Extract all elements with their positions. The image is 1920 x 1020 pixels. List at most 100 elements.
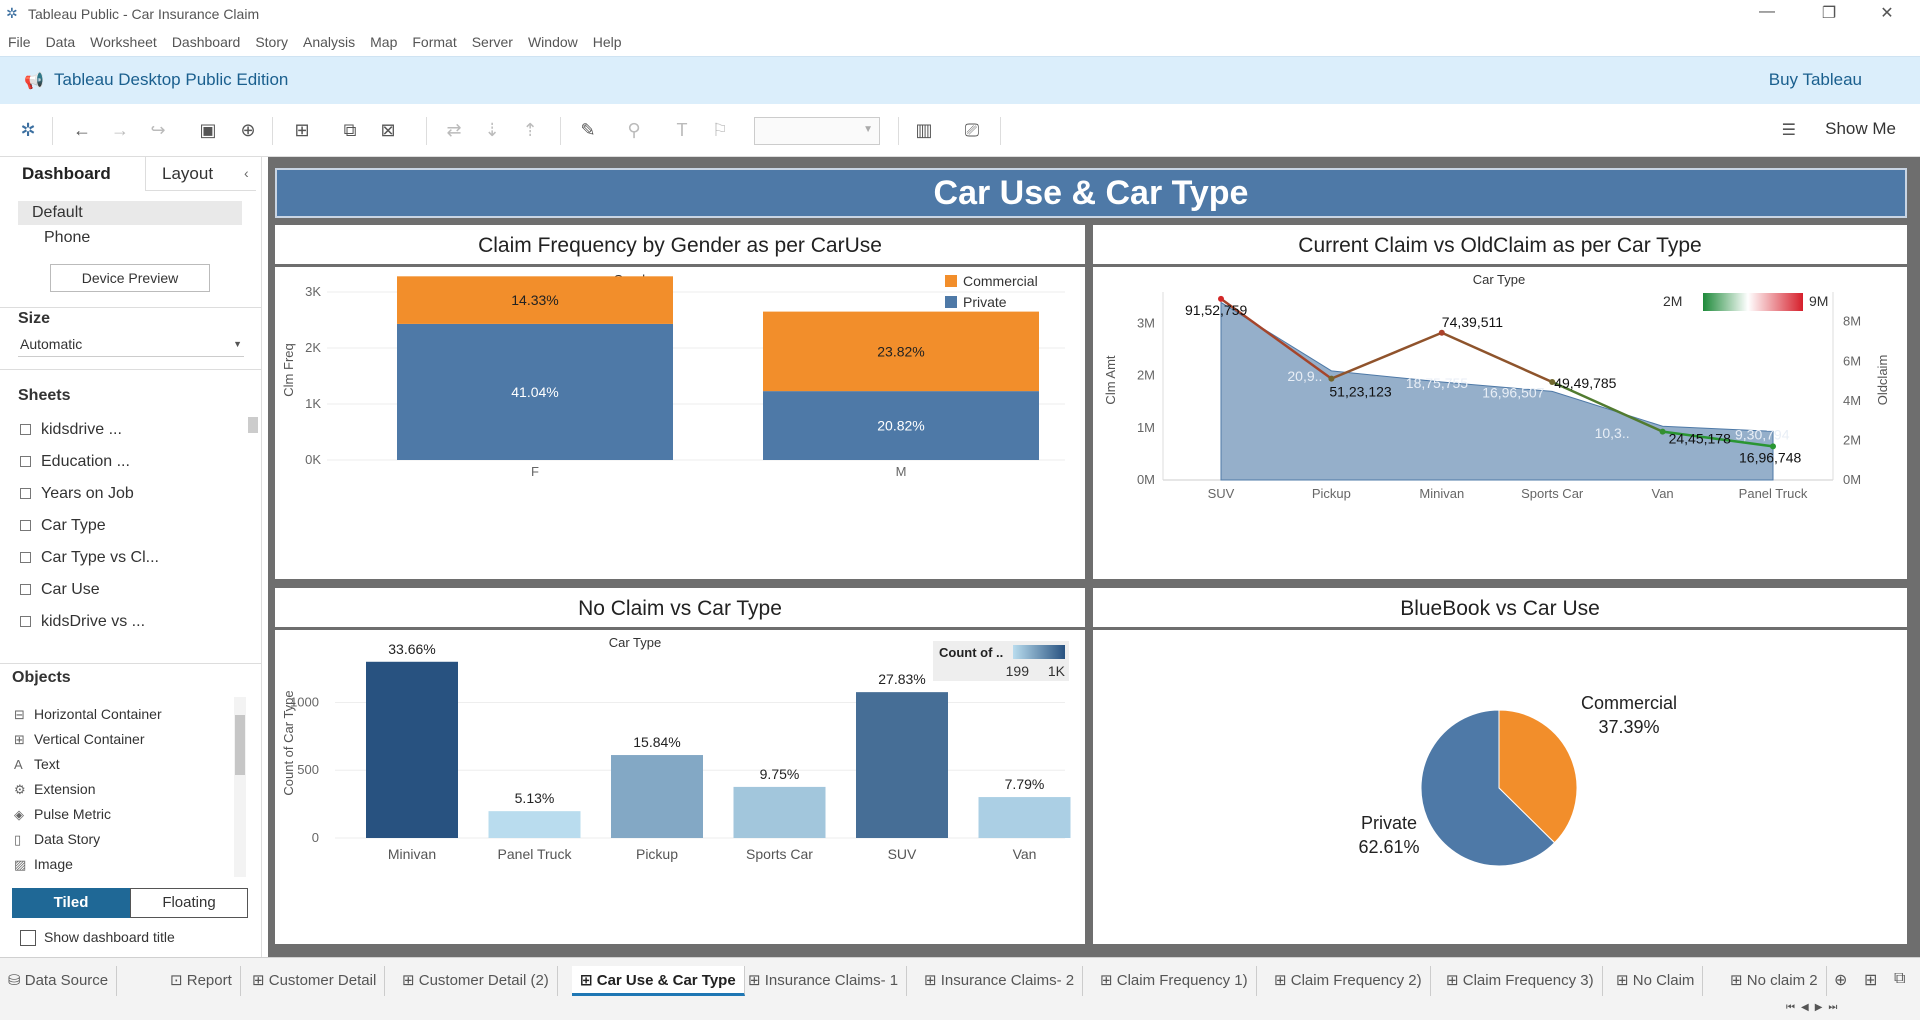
vertical-container-icon: ⊞ xyxy=(14,732,25,747)
buy-tableau-link[interactable]: Buy Tableau xyxy=(1769,70,1862,90)
menu-dashboard[interactable]: Dashboard xyxy=(172,30,241,54)
view-cards-icon[interactable]: ▥ xyxy=(912,119,936,141)
object-label: Horizontal Container xyxy=(34,706,162,722)
sheet-item[interactable]: Education ... xyxy=(20,453,130,471)
show-me-button[interactable]: Show Me xyxy=(1825,119,1896,139)
y-tick-label: 2K xyxy=(305,340,321,355)
sheet-icon xyxy=(20,456,31,467)
object-extension[interactable]: ⚙ Extension xyxy=(14,781,95,798)
tab-data-source[interactable]: ⛁ Data Source xyxy=(0,966,118,996)
sort-ascending-icon[interactable]: ⇣ xyxy=(480,119,504,141)
menu-format[interactable]: Format xyxy=(412,30,456,54)
object-pulse-metric[interactable]: ◈ Pulse Metric xyxy=(14,806,111,823)
sheet-item[interactable]: kidsdrive ... xyxy=(20,421,122,439)
menu-window[interactable]: Window xyxy=(528,30,578,54)
sheet-icon: ⊞ xyxy=(1616,972,1633,989)
undo-icon[interactable]: ← xyxy=(70,119,94,141)
legend-swatch xyxy=(945,296,957,308)
sheet-icon: ⊞ xyxy=(1446,972,1463,989)
sheet-item[interactable]: Car Type vs Cl... xyxy=(20,549,159,567)
device-default-label: Default xyxy=(32,204,83,221)
clear-sheet-icon[interactable]: ⊠ xyxy=(376,119,400,141)
menu-map[interactable]: Map xyxy=(370,30,397,54)
duplicate-sheet-icon[interactable]: ⧉ xyxy=(338,119,362,141)
menu-file[interactable]: File xyxy=(8,30,31,54)
object-vertical-container[interactable]: ⊞ Vertical Container xyxy=(14,731,145,748)
menu-story[interactable]: Story xyxy=(255,30,288,54)
redo-icon[interactable]: → xyxy=(108,119,132,141)
label-icon[interactable]: T xyxy=(670,119,694,141)
menu-analysis[interactable]: Analysis xyxy=(303,30,355,54)
sort-descending-icon[interactable]: ⇡ xyxy=(518,119,542,141)
line-data-label: 24,45,178 xyxy=(1669,431,1731,447)
sheet-item[interactable]: kidsDrive vs ... xyxy=(20,613,145,631)
size-dropdown[interactable]: Automatic ▼ xyxy=(18,335,244,357)
tableau-home-icon[interactable]: ✲ xyxy=(16,119,40,141)
data-source-icon: ⛁ xyxy=(8,972,25,989)
new-dashboard-icon[interactable]: ⊞ xyxy=(1864,970,1877,990)
area-data-label: 10,3.. xyxy=(1595,425,1630,441)
sheet-label: Years on Job xyxy=(41,485,134,502)
tab-customer-detail[interactable]: ⊞ Customer Detail xyxy=(244,966,386,996)
new-story-icon[interactable]: ⧉ xyxy=(1894,970,1905,988)
tab-insurance-claims-2[interactable]: ⊞ Insurance Claims- 2 xyxy=(916,966,1084,996)
device-phone[interactable]: Phone xyxy=(44,229,90,247)
object-data-story[interactable]: ▯ Data Story xyxy=(14,831,100,848)
object-image[interactable]: ▨ Image xyxy=(14,856,73,873)
tab-car-use-car-type[interactable]: ⊞ Car Use & Car Type xyxy=(572,966,745,996)
sheet-icon: ⊞ xyxy=(580,972,597,989)
tab-customer-detail-2[interactable]: ⊞ Customer Detail (2) xyxy=(394,966,558,996)
tab-claim-frequency-2[interactable]: ⊞ Claim Frequency 2) xyxy=(1266,966,1431,996)
menu-server[interactable]: Server xyxy=(472,30,513,54)
tab-scroll-arrows-icon[interactable]: ⏮◀▶⏭ xyxy=(1786,1002,1843,1013)
device-preview-button[interactable]: Device Preview xyxy=(50,264,210,292)
close-icon[interactable]: ✕ xyxy=(1872,3,1902,23)
tab-claim-frequency-1[interactable]: ⊞ Claim Frequency 1) xyxy=(1092,966,1257,996)
menu-help[interactable]: Help xyxy=(593,30,622,54)
new-data-source-icon[interactable]: ⊕ xyxy=(236,119,260,141)
presentation-mode-icon[interactable]: ⎚ xyxy=(960,119,984,141)
extension-icon: ⚙ xyxy=(14,782,26,797)
sheet-icon: ⊞ xyxy=(924,972,941,989)
save-icon[interactable]: ▣ xyxy=(196,119,220,141)
tab-insurance-claims-1[interactable]: ⊞ Insurance Claims- 1 xyxy=(740,966,908,996)
sheet-item[interactable]: Car Use xyxy=(20,581,100,599)
restore-icon[interactable]: ❐ xyxy=(1814,3,1844,23)
device-default[interactable]: Default xyxy=(18,201,242,225)
menu-data[interactable]: Data xyxy=(46,30,76,54)
group-icon[interactable]: ⚲ xyxy=(622,119,646,141)
bar xyxy=(856,692,948,838)
object-text[interactable]: A Text xyxy=(14,756,60,772)
objects-scrollbar[interactable] xyxy=(234,697,246,877)
sheet-item[interactable]: Years on Job xyxy=(20,485,134,503)
bar-label: 41.04% xyxy=(511,384,558,400)
new-worksheet-icon[interactable]: ⊕ xyxy=(1834,970,1847,990)
fit-dropdown[interactable]: ▼ xyxy=(754,117,880,145)
tab-report[interactable]: ⊡ Report xyxy=(162,966,241,996)
object-label: Extension xyxy=(34,781,96,797)
minimize-icon[interactable]: — xyxy=(1752,3,1782,21)
tab-no-claim[interactable]: ⊞ No Claim xyxy=(1608,966,1704,996)
pin-icon[interactable]: ⚐ xyxy=(708,119,732,141)
data-story-icon: ▯ xyxy=(14,832,22,847)
swap-icon[interactable]: ⇄ xyxy=(442,119,466,141)
show-title-checkbox[interactable] xyxy=(20,930,36,946)
collapse-panel-icon[interactable]: ‹ xyxy=(244,165,249,181)
object-horizontal-container[interactable]: ⊟ Horizontal Container xyxy=(14,706,162,723)
replay-icon[interactable]: ↪ xyxy=(146,119,170,141)
floating-button[interactable]: Floating xyxy=(130,888,248,918)
new-worksheet-icon[interactable]: ⊞ xyxy=(290,119,314,141)
tab-no-claim-2[interactable]: ⊞ No claim 2 xyxy=(1722,966,1827,996)
bar-label: 9.75% xyxy=(760,766,800,782)
tab-layout[interactable]: Layout xyxy=(146,157,256,191)
menu-worksheet[interactable]: Worksheet xyxy=(90,30,157,54)
highlight-icon[interactable]: ✎ xyxy=(576,119,600,141)
sheets-scrollbar[interactable] xyxy=(248,417,258,433)
tab-claim-frequency-3[interactable]: ⊞ Claim Frequency 3) xyxy=(1438,966,1603,996)
tab-label: Data Source xyxy=(24,972,109,989)
tiled-button[interactable]: Tiled xyxy=(12,888,130,918)
panel-title: BlueBook vs Car Use xyxy=(1093,588,1907,630)
tab-dashboard[interactable]: Dashboard xyxy=(0,157,146,191)
sheet-item[interactable]: Car Type xyxy=(20,517,106,535)
y-tick-label: 500 xyxy=(297,762,319,777)
